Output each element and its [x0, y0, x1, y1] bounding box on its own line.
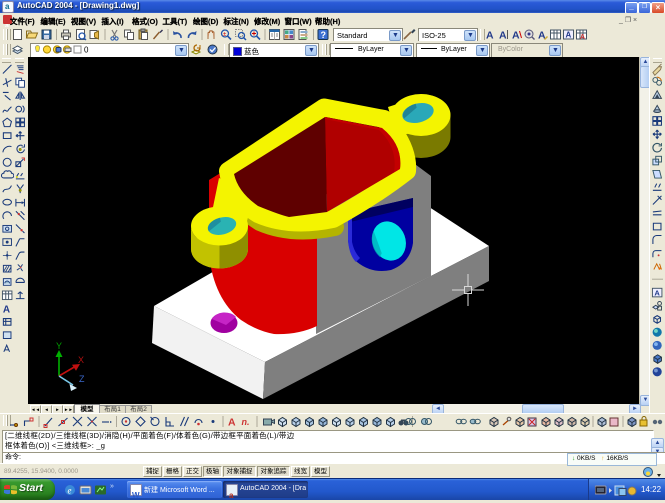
svg-text:Z: Z	[79, 374, 85, 384]
svg-text:»: »	[110, 483, 114, 490]
svg-text:X: X	[78, 355, 84, 365]
svg-text:A: A	[228, 417, 236, 429]
svg-text:Y: Y	[56, 341, 62, 351]
svg-text:A: A	[654, 288, 660, 297]
svg-text:e: e	[68, 486, 72, 496]
svg-text:n.: n.	[242, 417, 250, 427]
